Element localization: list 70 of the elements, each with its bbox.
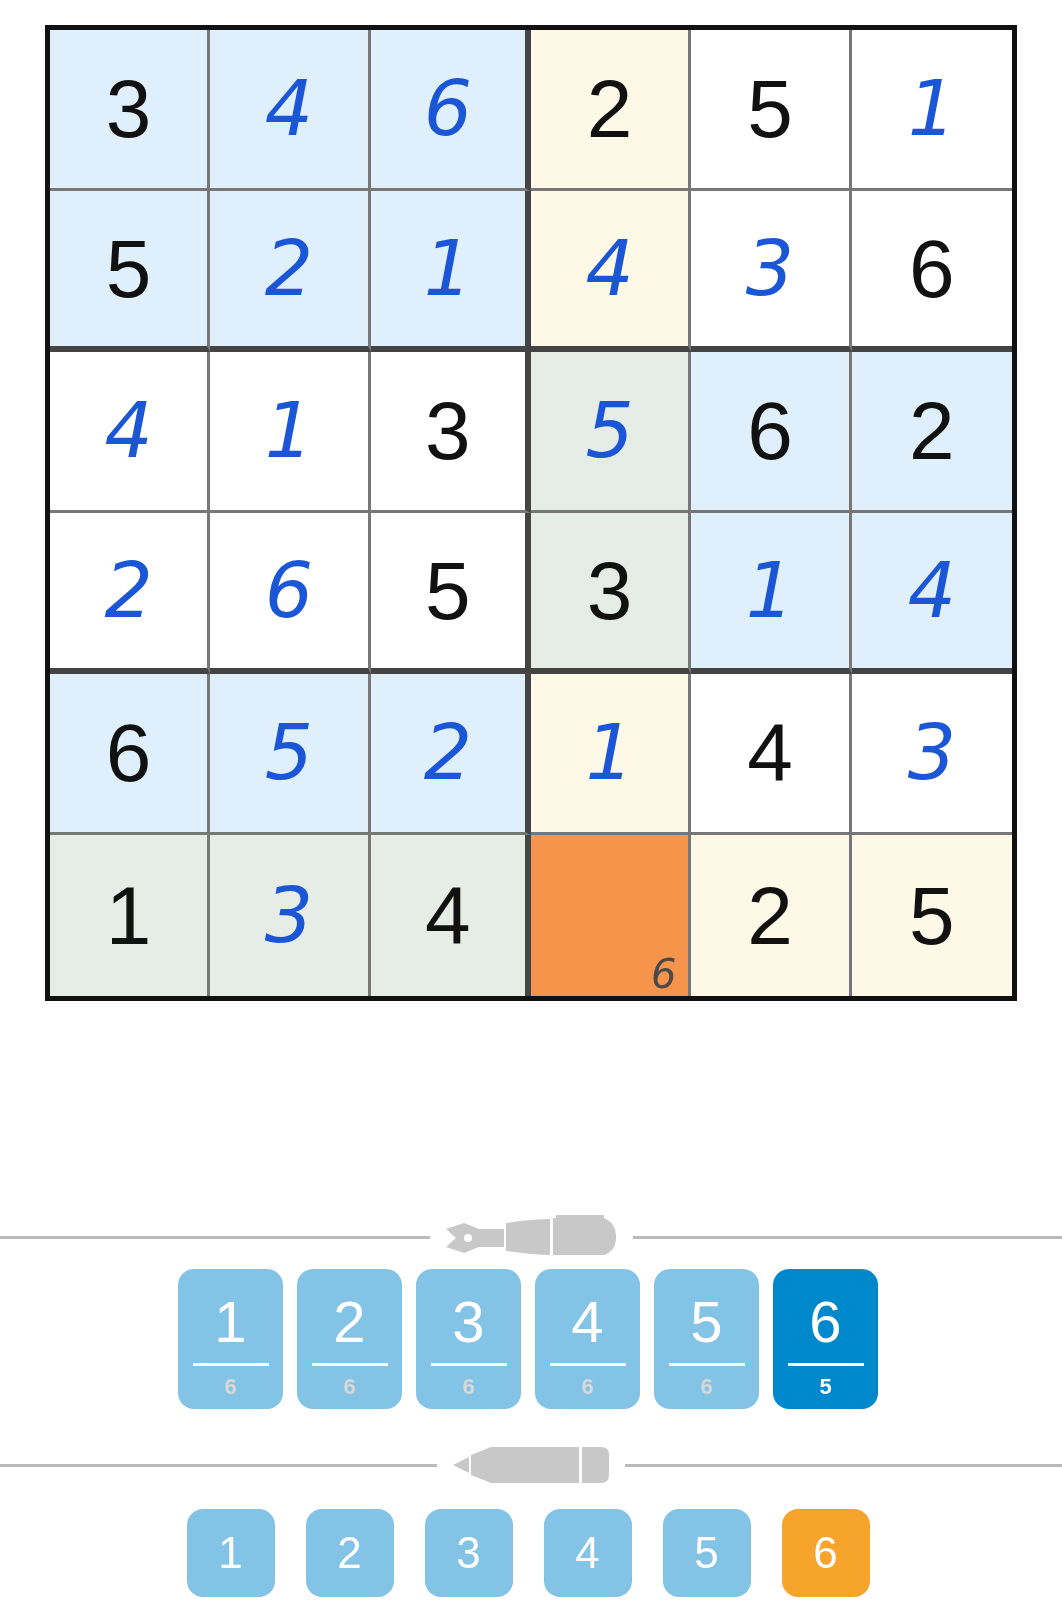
- grid-cell[interactable]: 1: [531, 674, 692, 835]
- grid-cell[interactable]: 6: [50, 674, 211, 835]
- given-digit: 5: [909, 874, 955, 957]
- grid-cell[interactable]: 2: [370, 674, 531, 835]
- grid-cell[interactable]: 5: [50, 191, 211, 352]
- entered-digit: 4: [264, 71, 314, 147]
- grid-cell[interactable]: 4: [851, 513, 1012, 674]
- entered-digit: 2: [423, 715, 472, 791]
- entered-digit: 1: [264, 393, 314, 469]
- digit-button[interactable]: 6 5: [773, 1269, 878, 1409]
- given-digit: 3: [105, 68, 152, 150]
- entered-digit: 3: [907, 715, 956, 791]
- given-digit: 5: [425, 549, 471, 632]
- grid-cell[interactable]: 3: [50, 30, 211, 191]
- grid-cell[interactable]: 4: [50, 352, 211, 513]
- given-digit: 6: [747, 390, 793, 472]
- grid-cell[interactable]: 2: [531, 30, 692, 191]
- given-digit: 6: [105, 712, 152, 794]
- grid-cell[interactable]: 5: [691, 30, 852, 191]
- entered-digit: 1: [423, 230, 472, 307]
- given-digit: 4: [747, 712, 793, 794]
- entered-digit: 2: [104, 552, 153, 629]
- grid-cell[interactable]: 4: [210, 30, 371, 191]
- entered-digit: 3: [264, 877, 314, 954]
- grid-cell[interactable]: 1: [370, 191, 531, 352]
- given-digit: 2: [586, 68, 633, 150]
- given-digit: 5: [747, 68, 793, 150]
- grid-cell[interactable]: 4: [370, 835, 531, 996]
- given-digit: 6: [909, 227, 955, 310]
- entered-digit: 3: [745, 230, 795, 307]
- grid-cell[interactable]: 5: [210, 674, 371, 835]
- given-digit: 4: [425, 874, 471, 957]
- grid-cell[interactable]: 1: [210, 352, 371, 513]
- entered-digit: 4: [585, 230, 634, 307]
- note-digit: 6: [650, 954, 677, 994]
- grid-cell[interactable]: 5: [851, 835, 1012, 996]
- entered-digit: 1: [585, 715, 634, 791]
- grid-cell[interactable]: 2: [691, 835, 852, 996]
- grid-cell[interactable]: 3: [370, 352, 531, 513]
- entered-digit: 4: [104, 393, 153, 469]
- grid-cell[interactable]: 2: [50, 513, 211, 674]
- entered-digit: 1: [745, 552, 795, 629]
- grid-cell[interactable]: 6: [370, 30, 531, 191]
- grid-cell[interactable]: 6: [691, 352, 852, 513]
- grid-cell[interactable]: 4: [691, 674, 852, 835]
- entered-digit: 4: [907, 552, 956, 629]
- grid-cell[interactable]: 6: [210, 513, 371, 674]
- grid-cell[interactable]: 5: [370, 513, 531, 674]
- entered-digit: 6: [423, 71, 472, 147]
- given-digit: 2: [909, 390, 955, 472]
- grid-cell[interactable]: 1: [691, 513, 852, 674]
- entered-digit: 5: [264, 715, 314, 791]
- entered-digit: 1: [907, 71, 956, 147]
- grid-cell[interactable]: 5: [531, 352, 692, 513]
- entered-digit: 2: [264, 230, 314, 307]
- entered-digit: 6: [264, 552, 314, 629]
- grid-cell[interactable]: 2: [851, 352, 1012, 513]
- grid-cell[interactable]: 6: [531, 835, 692, 996]
- grid-cell[interactable]: 3: [210, 835, 371, 996]
- given-digit: 3: [586, 549, 633, 632]
- given-digit: 5: [105, 227, 152, 310]
- grid-cell[interactable]: 3: [531, 513, 692, 674]
- grid-cell[interactable]: 1: [50, 835, 211, 996]
- grid-cell[interactable]: 4: [531, 191, 692, 352]
- entered-digit: 5: [585, 393, 634, 469]
- given-digit: 1: [105, 874, 152, 957]
- given-digit: 3: [425, 390, 471, 472]
- given-digit: 2: [747, 874, 793, 957]
- grid-cell[interactable]: 3: [691, 191, 852, 352]
- grid-cell[interactable]: 2: [210, 191, 371, 352]
